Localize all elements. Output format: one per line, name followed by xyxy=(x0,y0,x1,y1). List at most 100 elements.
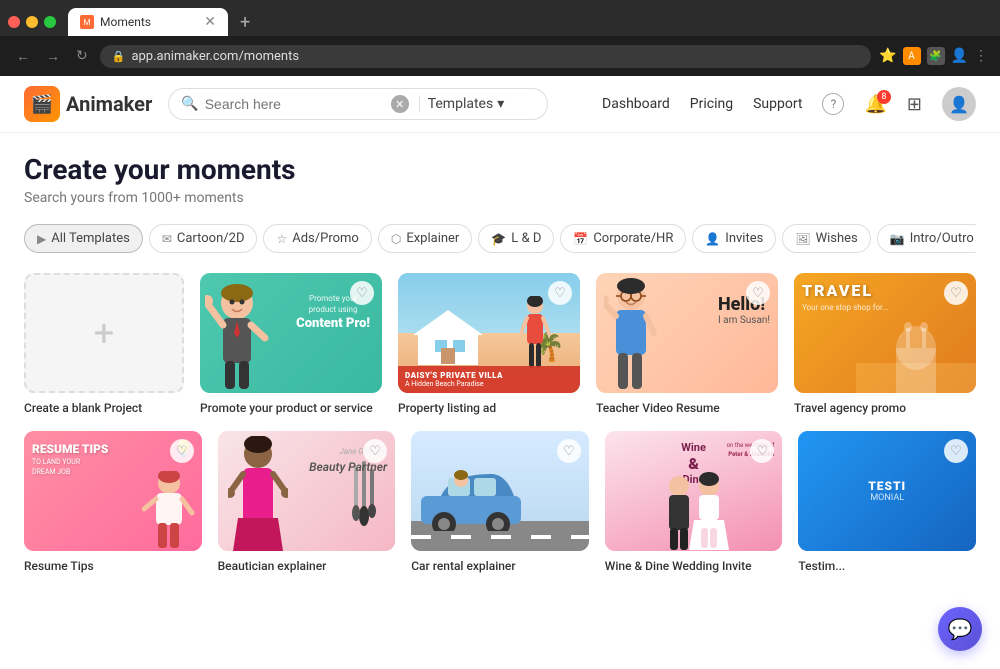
profile-icon[interactable]: 👤 xyxy=(951,48,968,64)
travel-thumb: TRAVEL Your one stop shop for... xyxy=(794,273,976,393)
refresh-button[interactable]: ↻ xyxy=(72,46,92,66)
resume-label: Resume Tips xyxy=(24,559,202,573)
template-dropdown[interactable]: Templates ▾ xyxy=(419,96,505,112)
search-input[interactable] xyxy=(205,96,385,112)
promote-character xyxy=(205,283,270,393)
forward-button[interactable]: → xyxy=(42,46,64,67)
cat-tab-explainer[interactable]: ⬡ Explainer xyxy=(378,224,473,253)
extension-icon-1[interactable]: A xyxy=(903,47,921,65)
testi-thumb: TESTI MONIAL ♡ xyxy=(798,431,976,551)
cat-tab-ld[interactable]: 🎓 L & D xyxy=(478,224,554,253)
logo-icon: 🎬 xyxy=(24,86,60,122)
property-thumb: 🌴 xyxy=(398,273,580,393)
template-card-car[interactable]: ♡ Car rental explainer xyxy=(411,431,589,573)
search-clear-button[interactable]: ✕ xyxy=(391,95,409,113)
app-window: 🎬 Animaker 🔍 ✕ Templates ▾ Dashboard Pri… xyxy=(0,76,1000,669)
template-card-property[interactable]: 🌴 xyxy=(398,273,580,415)
blank-label: Create a blank Project xyxy=(24,401,184,415)
travel-label: Travel agency promo xyxy=(794,401,976,415)
wine-label: Wine & Dine Wedding Invite xyxy=(605,559,783,573)
page-subtitle: Search yours from 1000+ moments xyxy=(24,190,976,206)
beauty-heart-button[interactable]: ♡ xyxy=(363,439,387,463)
cat-tab-intro[interactable]: 📷 Intro/Outro xyxy=(877,224,976,253)
resume-character xyxy=(142,471,197,551)
minimize-button[interactable] xyxy=(26,16,38,28)
menu-icon[interactable]: ⋮ xyxy=(974,48,988,64)
nav-pricing[interactable]: Pricing xyxy=(690,96,733,112)
traffic-lights xyxy=(8,16,56,28)
cat-tab-invites[interactable]: 👤 Invites xyxy=(692,224,776,253)
template-card-teacher[interactable]: Hello! I am Susan! ♡ Teacher Video Resum… xyxy=(596,273,778,415)
close-button[interactable] xyxy=(8,16,20,28)
category-tabs: ▶ All Templates ✉ Cartoon/2D ☆ Ads/Promo… xyxy=(24,224,976,253)
car-label: Car rental explainer xyxy=(411,559,589,573)
address-bar: ← → ↻ 🔒 app.animaker.com/moments ⭐ A 🧩 👤… xyxy=(0,36,1000,76)
resume-heart-button[interactable]: ♡ xyxy=(170,439,194,463)
wedding-couple xyxy=(654,471,734,551)
cat-tab-wishes[interactable]: 🖼 Wishes xyxy=(782,224,870,253)
back-button[interactable]: ← xyxy=(12,46,34,67)
cat-tab-ads[interactable]: ☆ Ads/Promo xyxy=(263,224,371,253)
browser-chrome: M Moments ✕ + ← → ↻ 🔒 app.animaker.com/m… xyxy=(0,0,1000,76)
teacher-heart-button[interactable]: ♡ xyxy=(746,281,770,305)
logo[interactable]: 🎬 Animaker xyxy=(24,86,152,122)
property-house-svg xyxy=(413,310,483,365)
extension-puzzle-icon[interactable]: 🧩 xyxy=(927,47,945,65)
teacher-label: Teacher Video Resume xyxy=(596,401,778,415)
tab-close-button[interactable]: ✕ xyxy=(204,14,216,30)
tab-favicon: M xyxy=(80,15,94,29)
maximize-button[interactable] xyxy=(44,16,56,28)
template-card-testimonial[interactable]: TESTI MONIAL ♡ Testim... xyxy=(798,431,976,573)
cat-tab-corporate[interactable]: 📅 Corporate/HR xyxy=(560,224,686,253)
beauty-label: Beautician explainer xyxy=(218,559,396,573)
travel-heart-button[interactable]: ♡ xyxy=(944,281,968,305)
nav-support[interactable]: Support xyxy=(753,96,802,112)
blank-thumb: + xyxy=(24,273,184,393)
new-tab-button[interactable]: + xyxy=(232,12,258,33)
template-card-beauty[interactable]: Jane Gillmore Beauty Partner ♡ Beauticia… xyxy=(218,431,396,573)
lock-icon: 🔒 xyxy=(112,50,126,63)
property-label: Property listing ad xyxy=(398,401,580,415)
page-title: Create your moments xyxy=(24,153,976,186)
notification-badge: 8 xyxy=(877,90,891,104)
taj-mahal-icon xyxy=(856,313,976,393)
app-header: 🎬 Animaker 🔍 ✕ Templates ▾ Dashboard Pri… xyxy=(0,76,1000,133)
template-card-wine[interactable]: Wine & Dine xyxy=(605,431,783,573)
teacher-character xyxy=(604,278,659,393)
testi-heart-button[interactable]: ♡ xyxy=(944,439,968,463)
help-button[interactable]: ? xyxy=(822,93,844,115)
resume-thumb: RESUME TIPS TO LAND YOUR DREAM JOB 💡 xyxy=(24,431,202,551)
browser-actions: ⭐ A 🧩 👤 ⋮ xyxy=(879,47,988,65)
promote-label: Promote your product or service xyxy=(200,401,382,415)
logo-text: Animaker xyxy=(66,92,152,116)
template-card-blank[interactable]: + Create a blank Project xyxy=(24,273,184,415)
template-grid-row1: + Create a blank Project xyxy=(24,273,976,415)
plus-icon: + xyxy=(94,312,114,354)
nav-links: Dashboard Pricing Support ? 🔔 8 ⊞ 👤 xyxy=(602,87,976,121)
cat-tab-cartoon[interactable]: ✉ Cartoon/2D xyxy=(149,224,258,253)
property-heart-button[interactable]: ♡ xyxy=(548,281,572,305)
teacher-thumb: Hello! I am Susan! ♡ xyxy=(596,273,778,393)
bookmark-icon[interactable]: ⭐ xyxy=(879,48,896,64)
nav-dashboard[interactable]: Dashboard xyxy=(602,96,670,112)
template-dropdown-label: Templates xyxy=(428,96,494,112)
url-bar[interactable]: 🔒 app.animaker.com/moments xyxy=(100,45,871,68)
car-heart-button[interactable]: ♡ xyxy=(557,439,581,463)
promote-thumb: Promote your product using Content Pro! … xyxy=(200,273,382,393)
notification-bell[interactable]: 🔔 8 xyxy=(864,94,886,115)
template-card-travel[interactable]: TRAVEL Your one stop shop for... xyxy=(794,273,976,415)
grid-icon[interactable]: ⊞ xyxy=(907,94,922,115)
template-card-resume[interactable]: RESUME TIPS TO LAND YOUR DREAM JOB 💡 xyxy=(24,431,202,573)
main-content: Create your moments Search yours from 10… xyxy=(0,133,1000,669)
template-card-promote[interactable]: Promote your product using Content Pro! … xyxy=(200,273,382,415)
property-character xyxy=(520,296,550,371)
cat-tab-all[interactable]: ▶ All Templates xyxy=(24,224,143,253)
chat-bubble-button[interactable]: 💬 xyxy=(938,607,982,651)
chevron-down-icon: ▾ xyxy=(497,96,504,112)
wine-thumb: Wine & Dine xyxy=(605,431,783,551)
avatar[interactable]: 👤 xyxy=(942,87,976,121)
active-tab[interactable]: M Moments ✕ xyxy=(68,8,228,36)
promote-heart-button[interactable]: ♡ xyxy=(350,281,374,305)
tab-bar: M Moments ✕ + xyxy=(0,0,1000,36)
beauty-character xyxy=(228,436,288,551)
